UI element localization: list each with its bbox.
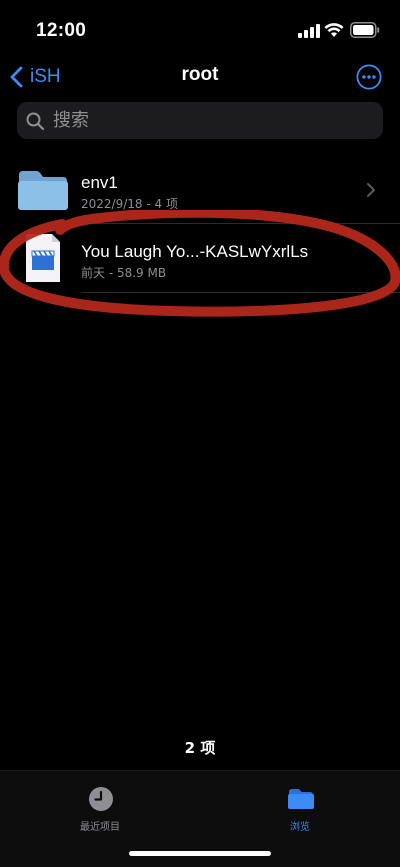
search-input[interactable] (51, 109, 355, 132)
divider (81, 292, 400, 293)
wifi-icon (324, 23, 344, 37)
clock-icon (89, 787, 113, 811)
file-row-video[interactable]: You Laugh Yo...-KASLwYxrlLs 前天 - 58.9 MB (0, 226, 400, 292)
cellular-signal-icon (298, 24, 320, 38)
chevron-left-icon (10, 66, 23, 88)
status-bar: 12:00 (0, 0, 400, 56)
back-button[interactable]: iSH (8, 62, 61, 92)
home-indicator[interactable] (129, 851, 271, 856)
folder-icon (288, 789, 314, 809)
tab-recents[interactable]: 最近项目 (40, 785, 160, 835)
tab-label: 浏览 (290, 822, 310, 833)
folder-icon (18, 171, 68, 210)
file-name: env1 (81, 173, 118, 192)
battery-icon (350, 22, 380, 38)
item-count: 2 项 (184, 739, 216, 757)
file-name: You Laugh Yo...-KASLwYxrlLs (81, 242, 309, 261)
file-row-env1[interactable]: env1 2022/9/18 - 4 项 (0, 157, 400, 223)
tab-browse[interactable]: 浏览 (240, 785, 360, 835)
more-options-icon[interactable] (356, 64, 382, 90)
search-icon (26, 112, 45, 130)
search-bar[interactable] (17, 102, 383, 139)
divider (81, 223, 400, 224)
status-time: 12:00 (36, 20, 87, 41)
tab-label: 最近项目 (80, 822, 120, 833)
video-file-icon (26, 234, 60, 282)
back-label: iSH (30, 66, 61, 87)
file-meta: 前天 - 58.9 MB (81, 266, 167, 280)
file-meta: 2022/9/18 - 4 项 (81, 197, 178, 211)
chevron-right-icon (367, 183, 375, 197)
